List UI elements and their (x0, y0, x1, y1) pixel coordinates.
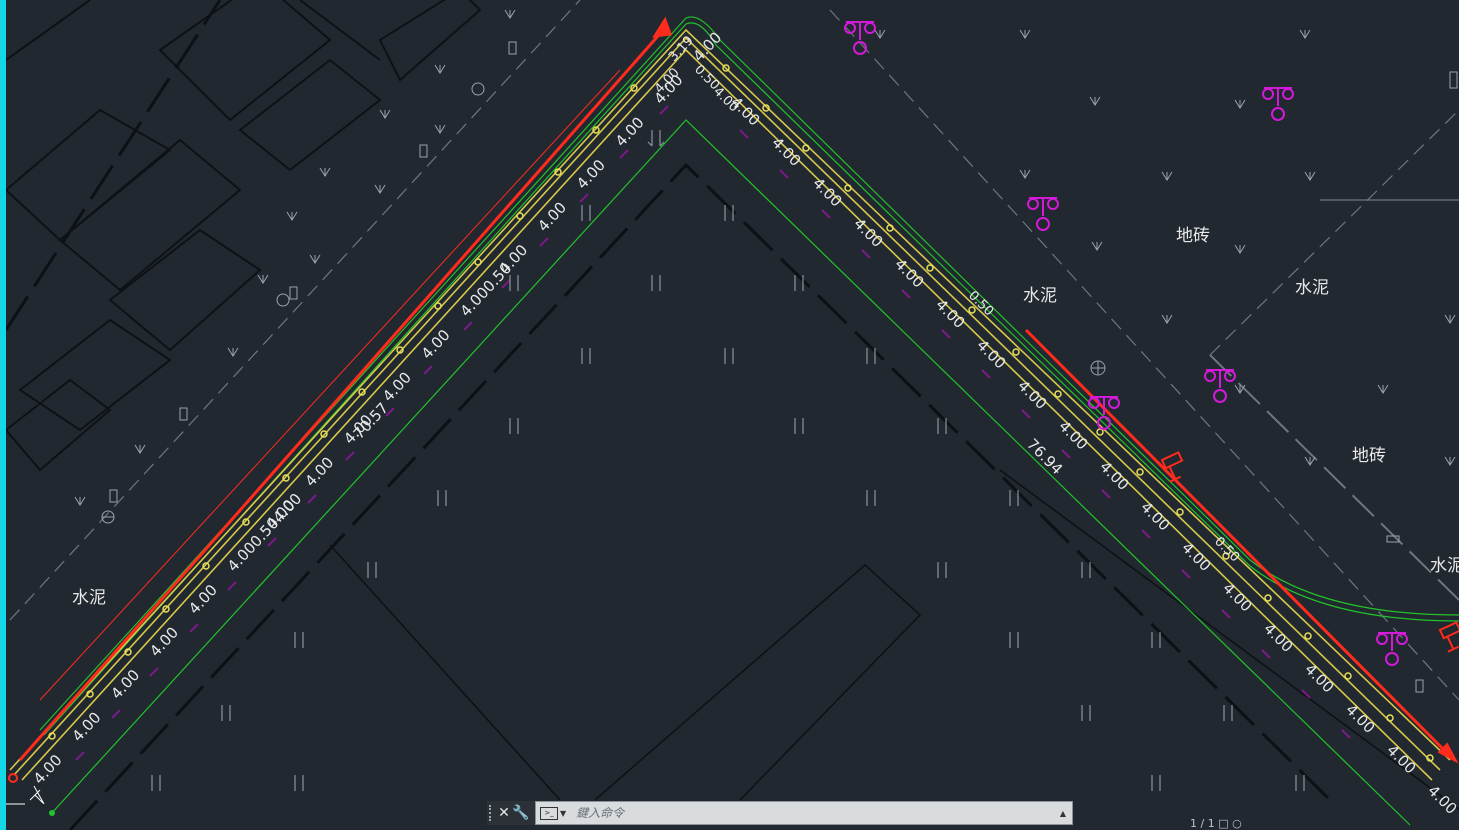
dimension-label: 4.00 (185, 581, 221, 618)
dimension-label: 4.00 (534, 199, 570, 236)
dimension-label: 4.00 (30, 751, 66, 788)
area-label: 地砖 (1176, 226, 1210, 246)
dimension-label: 4.00 (850, 215, 886, 251)
dimension-label: 4.00 (379, 369, 415, 406)
dimension-label: 4.00 (932, 296, 968, 332)
area-label: 水泥 (1295, 278, 1329, 298)
crosshair-cursor (5, 785, 45, 805)
dimension-label: 4.00 (809, 174, 845, 210)
red-endpoint-marker (8, 773, 18, 783)
dimension-label: 4.00 (973, 336, 1009, 372)
alignment-nodes (48, 64, 1434, 762)
yellow-alignment-lines (9, 28, 1451, 781)
close-icon[interactable]: ✕ (497, 805, 511, 821)
length-label: 76.94 (1023, 435, 1066, 478)
inner-label: 0.50 (1211, 534, 1242, 565)
chevron-up-icon[interactable]: ▲ (1060, 809, 1066, 818)
dimension-label: 4.00 (891, 255, 927, 291)
command-input[interactable] (574, 802, 1060, 824)
dimension-label: 4.00 (301, 454, 337, 491)
streetlight-symbols (844, 21, 1408, 666)
command-prompt-icon[interactable]: >_ (540, 806, 558, 820)
status-readout: 1 / 1 □ ○ (1190, 817, 1242, 830)
green-offset-lines (39, 16, 1459, 826)
dimension-label: 4.00 (69, 709, 105, 746)
area-label: 水泥 (1430, 556, 1459, 576)
dimension-label: 4.00 (573, 156, 609, 193)
dimension-label: 4.00 (612, 114, 648, 151)
cad-drawing-canvas[interactable]: 水泥 水泥 水泥 地砖 地砖 水泥 70.57 76.94 3.19 0.50 … (0, 0, 1459, 830)
dimension-label: 4.00 (1014, 377, 1050, 413)
black-dashed-lines (4, 0, 1332, 830)
building-outlines (4, 0, 482, 472)
area-label: 地砖 (1352, 446, 1386, 466)
dimension-label: 4.00 (1055, 417, 1091, 453)
dimension-label: 4.00 (418, 326, 454, 363)
viewport-edge-bar (0, 0, 6, 830)
dimension-label: 4.00 (1178, 539, 1214, 575)
station-tick-marks (75, 105, 1351, 761)
dimension-label: 4.00 (107, 666, 143, 703)
area-label: 水泥 (1023, 286, 1057, 306)
green-endpoint-marker (49, 810, 55, 816)
drag-handle[interactable] (489, 805, 497, 821)
chevron-down-icon[interactable]: ▼ (560, 809, 566, 818)
dimension-label: 4.00 (1137, 498, 1173, 534)
command-input-box: >_ ▼ ▲ (535, 801, 1073, 825)
wrench-icon[interactable]: 🔧 (511, 805, 531, 821)
dimension-label: 4.00 (689, 29, 725, 66)
command-line-bar: ✕ 🔧 >_ ▼ ▲ (487, 801, 1073, 825)
dimension-label: 4.00 (146, 624, 182, 661)
area-label: 水泥 (72, 588, 106, 608)
dimension-label: 4.00 (1383, 741, 1419, 777)
dimension-label: 4.00 (1096, 458, 1132, 494)
